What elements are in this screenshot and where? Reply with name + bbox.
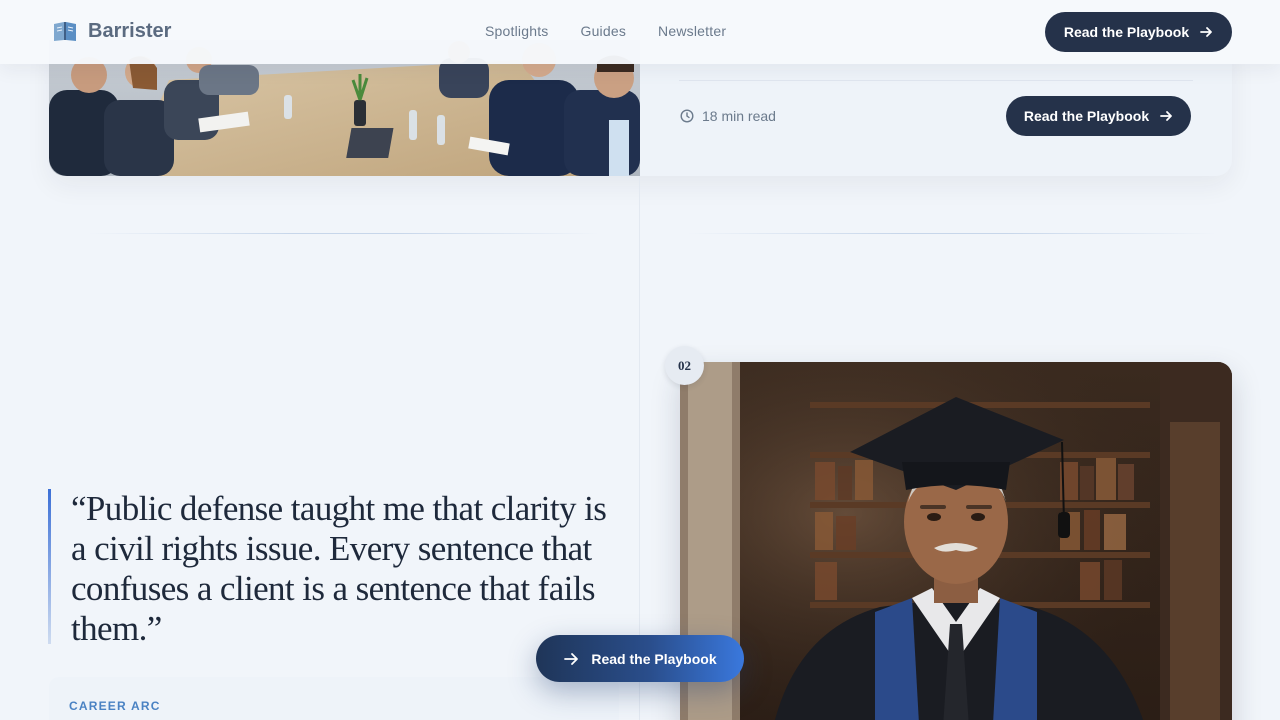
- floating-playbook-label: Read the Playbook: [591, 650, 717, 667]
- arrow-right-icon: [564, 652, 579, 665]
- header-playbook-label: Read the Playbook: [1063, 24, 1190, 40]
- brand-logo[interactable]: Barrister: [52, 19, 171, 43]
- clock-icon: [680, 109, 694, 123]
- site-header: Barrister Spotlights Guides Newsletter R…: [0, 0, 1280, 64]
- nav-spotlights[interactable]: Spotlights: [485, 23, 548, 39]
- nav-guides[interactable]: Guides: [580, 23, 626, 39]
- arrow-right-icon: [1160, 111, 1173, 121]
- section-separator-left: [88, 233, 600, 234]
- header-playbook-button[interactable]: Read the Playbook: [1045, 12, 1232, 52]
- graduate-portrait: [680, 362, 1232, 720]
- floating-playbook-button[interactable]: Read the Playbook: [536, 635, 744, 682]
- nav-newsletter[interactable]: Newsletter: [658, 23, 726, 39]
- read-time-text: 18 min read: [702, 108, 776, 124]
- section-separator-right: [687, 233, 1217, 234]
- feature-quote: “Public defense taught me that clarity i…: [48, 489, 608, 648]
- career-arc-panel: CAREER ARC: [49, 677, 619, 720]
- career-arc-label: CAREER ARC: [69, 699, 161, 713]
- card-playbook-label: Read the Playbook: [1023, 108, 1150, 124]
- card-playbook-button[interactable]: Read the Playbook: [1006, 96, 1191, 136]
- brand-name: Barrister: [88, 19, 172, 42]
- feature-number-badge: 02: [665, 346, 704, 385]
- arrow-right-icon: [1200, 27, 1213, 37]
- portrait-illustration: [680, 362, 1232, 720]
- top-card-divider: [679, 80, 1193, 81]
- book-icon: [54, 22, 76, 41]
- read-time: 18 min read: [680, 108, 776, 124]
- main-nav: Spotlights Guides Newsletter: [485, 23, 726, 39]
